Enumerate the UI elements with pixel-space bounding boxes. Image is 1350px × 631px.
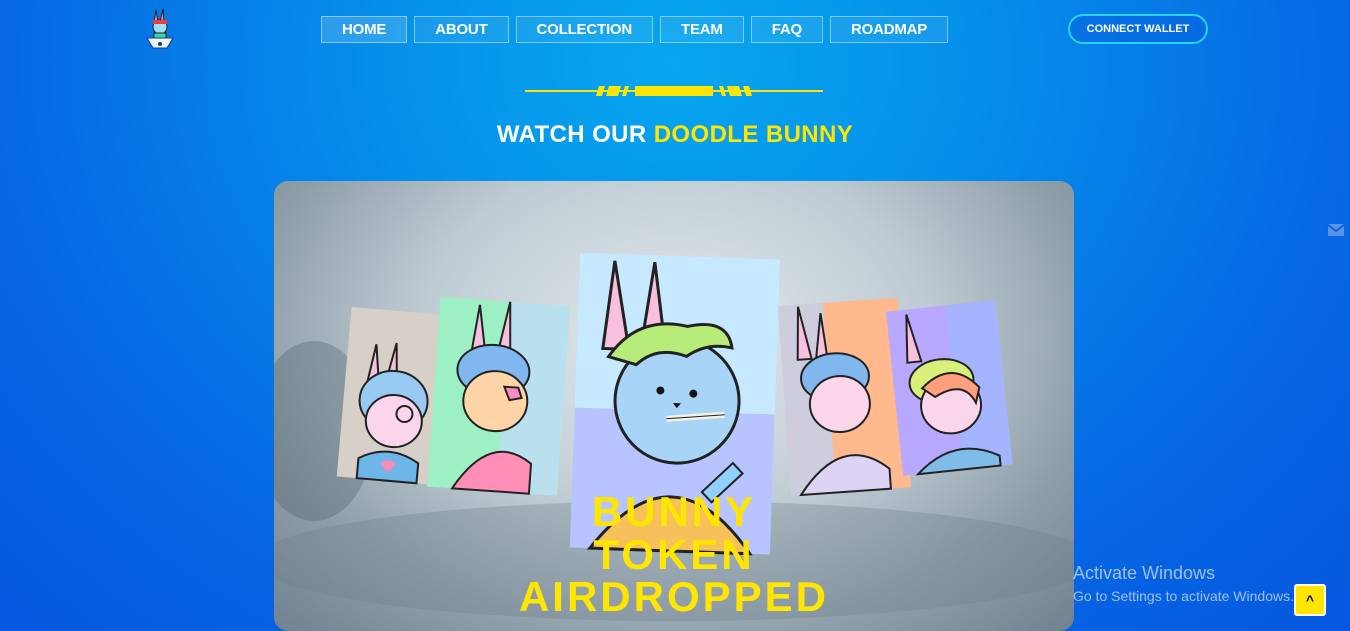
chevron-up-icon: ^ xyxy=(1305,592,1315,608)
nav-faq[interactable]: FAQ xyxy=(750,16,823,43)
nav-collection[interactable]: COLLECTION xyxy=(515,16,654,43)
caption-line3: AIRDROPPED xyxy=(519,573,829,620)
windows-activation-watermark: Activate Windows Go to Settings to activ… xyxy=(1073,563,1294,604)
title-highlight: DOODLE BUNNY xyxy=(653,121,854,148)
caption-line1: BUNNY xyxy=(592,488,756,535)
nav-roadmap[interactable]: ROADMAP xyxy=(829,16,949,43)
main-nav: HOME ABOUT COLLECTION TEAM FAQ ROADMAP xyxy=(321,16,949,43)
activate-title: Activate Windows xyxy=(1073,563,1216,583)
caption-line2: TOKEN xyxy=(593,531,754,578)
doodle-bunny-video[interactable]: BUNNY TOKEN AIRDROPPED xyxy=(274,181,1074,631)
bunny-card-2 xyxy=(427,297,571,496)
bunny-logo[interactable] xyxy=(145,8,181,50)
nav-about[interactable]: ABOUT xyxy=(414,16,509,43)
section-divider xyxy=(525,84,823,98)
mail-icon[interactable] xyxy=(1327,222,1345,238)
nav-home[interactable]: HOME xyxy=(321,16,408,43)
nav-team[interactable]: TEAM xyxy=(660,16,744,43)
title-prefix: WATCH OUR xyxy=(496,121,647,148)
scroll-top-button[interactable]: ^ xyxy=(1294,584,1326,616)
section-title: WATCH OUR DOODLE BUNNY xyxy=(0,121,1350,149)
connect-wallet-button[interactable]: CONNECT WALLET xyxy=(1068,14,1208,44)
bunny-card-5 xyxy=(885,300,1013,476)
activate-subtitle: Go to Settings to activate Windows. xyxy=(1073,588,1294,604)
